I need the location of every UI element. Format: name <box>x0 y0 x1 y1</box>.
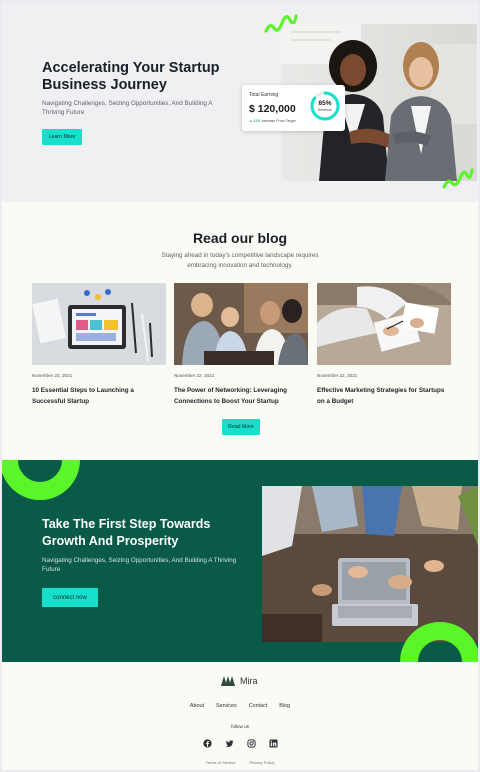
networking-group-photo <box>174 283 308 365</box>
landing-page: Accelerating Your Startup Business Journ… <box>2 2 478 770</box>
squiggle-decoration-bottom <box>442 168 474 189</box>
revenue-percent: 85% <box>318 100 332 107</box>
mira-logo-icon <box>221 676 235 686</box>
footer-link-services[interactable]: Services <box>216 703 237 709</box>
logo-text: Mira <box>240 676 258 686</box>
learn-more-button[interactable]: Learn More <box>42 129 82 145</box>
linkedin-icon[interactable] <box>268 735 278 748</box>
blog-post-card[interactable]: November 22, 2021 Effective Marketing St… <box>317 283 451 407</box>
cta-title: Take The First Step Towards Growth And P… <box>42 517 211 548</box>
post-title[interactable]: 10 Essential Steps to Launching a Succes… <box>32 386 166 407</box>
hero-subtitle: Navigating Challenges, Seizing Opportuni… <box>42 100 213 116</box>
paperwork-hands-photo <box>317 283 451 365</box>
read-more-button[interactable]: Read More <box>222 419 260 435</box>
footer-link-contact[interactable]: Contact <box>249 703 268 709</box>
social-links <box>2 735 478 748</box>
laptop-team-photo <box>262 486 478 642</box>
facebook-icon[interactable] <box>202 735 212 748</box>
blog-post-card[interactable]: November 22, 2021 The Power of Networkin… <box>174 283 308 407</box>
footer-nav: About Services Contact Blog <box>2 703 478 709</box>
blog-title: Read our blog <box>192 230 288 246</box>
ring-decoration-top-left <box>2 460 80 500</box>
hero-title: Accelerating Your Startup Business Journ… <box>42 60 220 93</box>
total-earning-card: Total Earning $ 120,000 ▲ 12% increase F… <box>242 85 345 131</box>
post-title[interactable]: Effective Marketing Strategies for Start… <box>317 386 451 407</box>
terms-of-service-link[interactable]: Terms of Service <box>206 760 236 765</box>
earning-amount: $ 120,000 <box>249 103 296 115</box>
revenue-label: Revenue <box>317 108 332 112</box>
earning-note: ▲ 12% increase From Target <box>249 119 296 123</box>
twitter-icon[interactable] <box>224 735 234 747</box>
footer-link-about[interactable]: About <box>190 703 204 709</box>
post-title[interactable]: The Power of Networking: Leveraging Conn… <box>174 386 308 407</box>
post-date: November 22, 2021 <box>317 373 358 378</box>
legal-links: Terms of Service Privacy Policy <box>2 760 478 765</box>
privacy-policy-link[interactable]: Privacy Policy <box>249 760 274 765</box>
cta-subtitle: Navigating Challenges, Seizing Opportuni… <box>42 557 237 573</box>
tablet-and-pens-photo <box>32 283 166 365</box>
cta-section: Take The First Step Towards Growth And P… <box>2 460 478 662</box>
revenue-ring: 85% Revenue <box>309 90 341 122</box>
blog-subtitle: Staying ahead in today's competitive lan… <box>161 252 319 269</box>
connect-now-button[interactable]: connect now <box>42 588 98 607</box>
post-date: November 22, 2021 <box>174 373 215 378</box>
earning-note-percent: 12% <box>253 119 261 123</box>
mira-logo[interactable]: Mira <box>220 675 258 687</box>
follow-us-label: follow us <box>231 724 249 729</box>
footer-link-blog[interactable]: Blog <box>279 703 290 709</box>
post-date: November 22, 2021 <box>32 373 73 378</box>
trend-up-icon: ▲ <box>249 119 253 123</box>
instagram-icon[interactable] <box>246 735 256 748</box>
earning-note-text: increase From Target <box>260 119 296 123</box>
blog-post-card[interactable]: November 22, 2021 10 Essential Steps to … <box>32 283 166 407</box>
earning-label: Total Earning <box>249 92 279 98</box>
ring-decoration-bottom-right <box>400 622 478 662</box>
hero-section: Accelerating Your Startup Business Journ… <box>2 2 478 202</box>
